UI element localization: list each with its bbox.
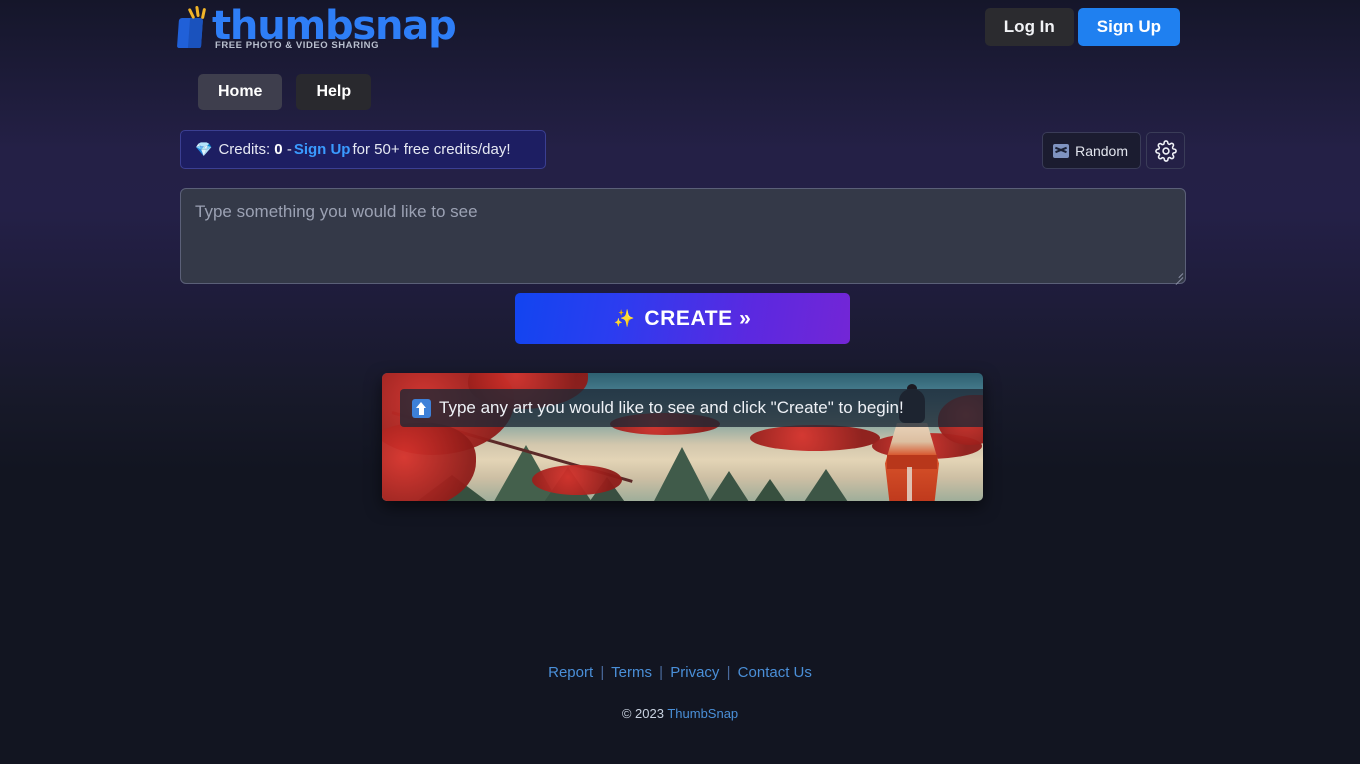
logo-tagline: FREE PHOTO & VIDEO SHARING [215, 40, 380, 51]
prompt-input[interactable] [180, 188, 1186, 284]
credits-banner: 💎 Credits: 0 - Sign Up for 50+ free cred… [180, 130, 546, 169]
gem-icon: 💎 [195, 141, 213, 157]
footer-link-report[interactable]: Report [548, 664, 593, 681]
logo-wordmark: thumbsnap FREE PHOTO & VIDEO SHARING [212, 4, 457, 51]
gear-icon [1154, 139, 1177, 162]
credits-signup-link[interactable]: Sign Up [294, 141, 351, 158]
nav-item-home[interactable]: Home [198, 74, 283, 110]
create-button-label: CREATE » [644, 306, 752, 330]
credits-dash: - [286, 141, 292, 158]
log-in-button[interactable]: Log In [984, 8, 1074, 46]
footer-links: Report | Terms | Privacy | Contact Us [0, 664, 1360, 681]
create-button[interactable]: ✨ CREATE » [515, 293, 850, 344]
footer-link-terms[interactable]: Terms [611, 664, 652, 681]
copyright-brand-link[interactable]: ThumbSnap [667, 706, 738, 721]
credits-suffix: for 50+ free credits/day! [352, 141, 511, 158]
main-nav: Home Help [198, 74, 372, 110]
nav-item-help[interactable]: Help [296, 74, 372, 110]
site-logo[interactable]: thumbsnap FREE PHOTO & VIDEO SHARING [176, 4, 457, 54]
footer-separator-2: | [659, 664, 664, 681]
copyright: © 2023 ThumbSnap [0, 706, 1360, 721]
footer-link-privacy[interactable]: Privacy [670, 664, 719, 681]
credits-amount: 0 [274, 141, 283, 158]
site-header: thumbsnap FREE PHOTO & VIDEO SHARING Log… [0, 0, 1360, 60]
sparkles-icon: ✨ [613, 308, 636, 328]
auth-buttons: Log In Sign Up [984, 8, 1180, 46]
footer-link-contact-us[interactable]: Contact Us [738, 664, 812, 681]
site-footer: Report | Terms | Privacy | Contact Us © … [0, 664, 1360, 721]
preview-image[interactable]: Type any art you would like to see and c… [382, 373, 983, 501]
settings-button[interactable] [1146, 132, 1185, 169]
random-button-label: Random [1075, 142, 1128, 159]
upload-arrow-icon [412, 398, 431, 418]
credits-label: Credits: [218, 141, 271, 158]
prompt-area [180, 188, 1186, 285]
preview-instruction-text: Type any art you would like to see and c… [439, 398, 904, 417]
random-button[interactable]: Random [1042, 132, 1141, 169]
thumbnail-flash-icon [176, 5, 210, 50]
copyright-year: © 2023 [621, 706, 664, 721]
prompt-tools: Random [1042, 132, 1185, 169]
footer-separator-1: | [600, 664, 605, 681]
footer-separator-3: | [726, 664, 731, 681]
sign-up-button[interactable]: Sign Up [1077, 8, 1180, 46]
shuffle-icon [1053, 143, 1070, 158]
preview-instruction-bar: Type any art you would like to see and c… [400, 389, 983, 427]
